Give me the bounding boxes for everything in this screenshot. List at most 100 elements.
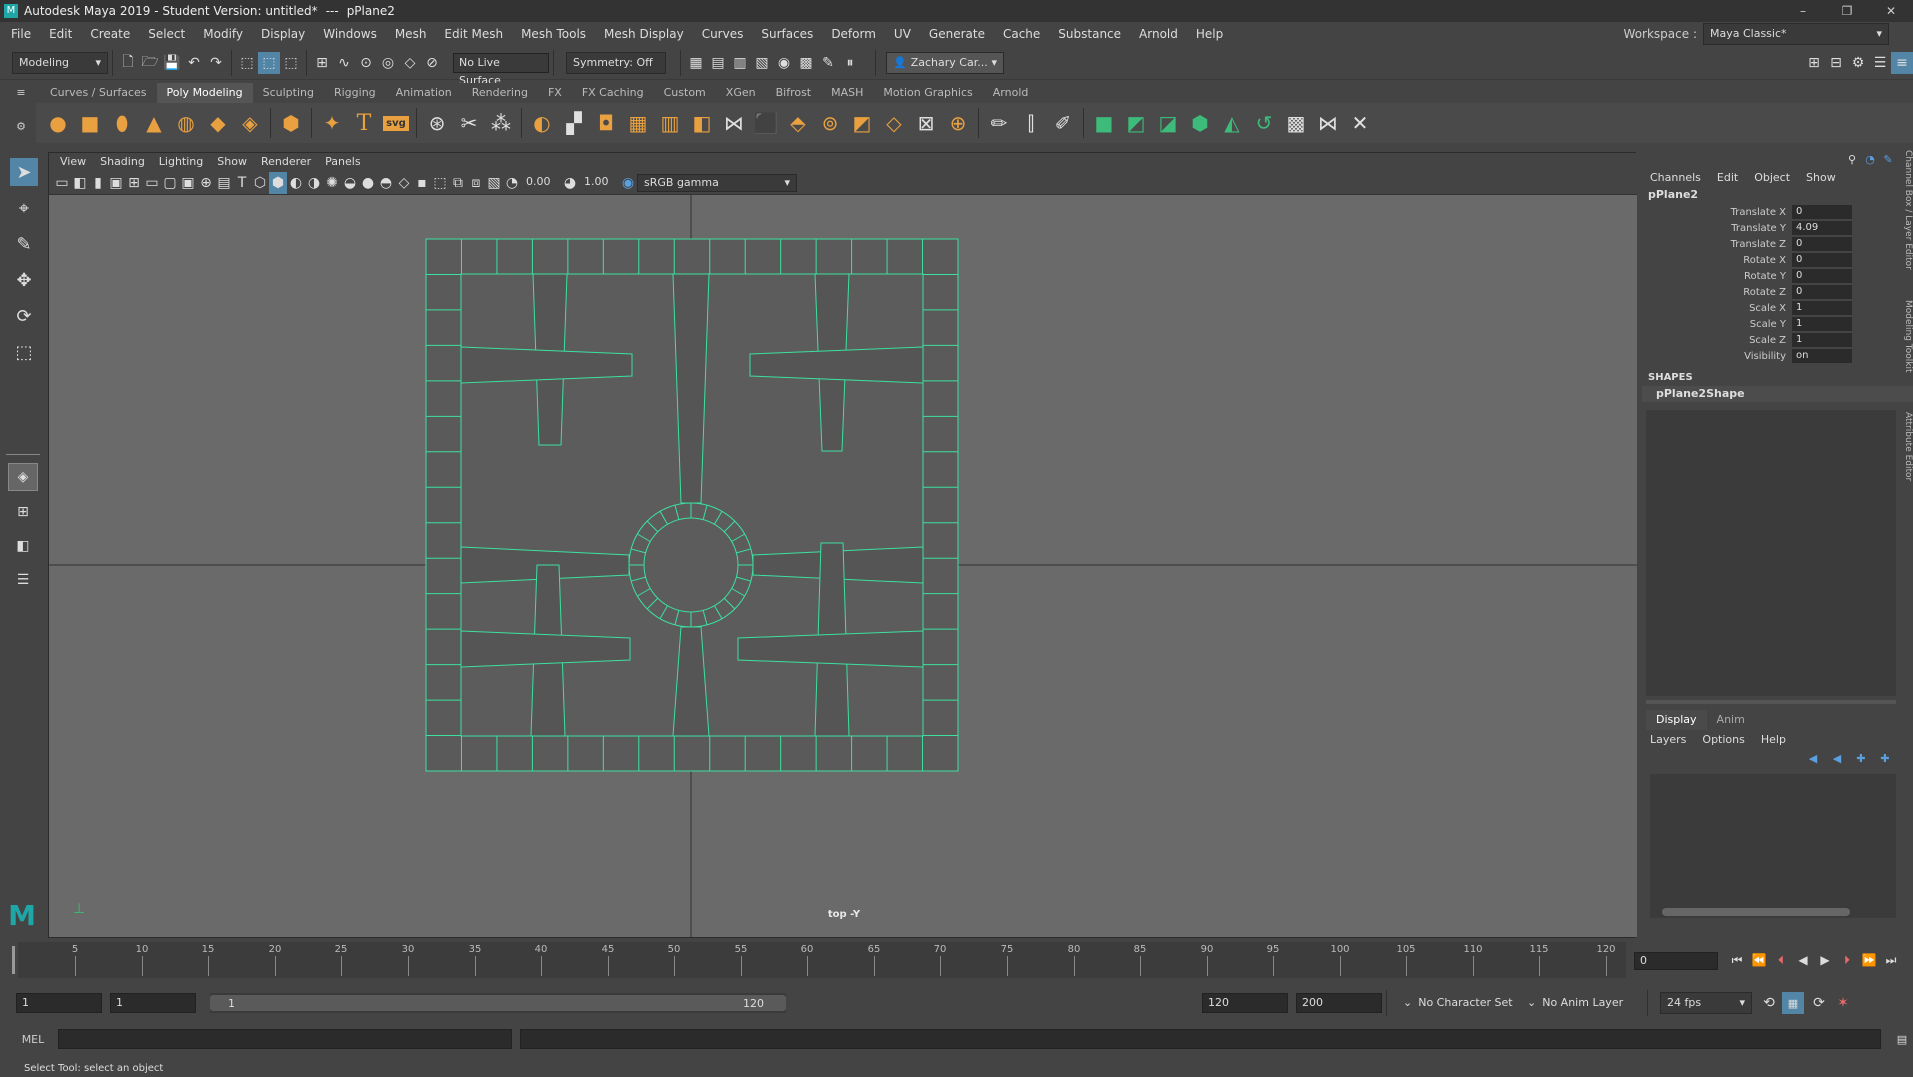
shelf-tab-arnold[interactable]: Arnold [983, 83, 1039, 103]
undo-icon[interactable]: ↶ [183, 52, 205, 74]
film-gate-icon[interactable]: ▭ [143, 172, 161, 194]
poly-torus-icon[interactable]: ◍ [170, 107, 202, 139]
attribute-icon[interactable]: ◔ [1861, 148, 1879, 170]
cylindrical-map-icon[interactable]: ◪ [1152, 107, 1184, 139]
depth-of-field-icon[interactable]: ▪ [413, 172, 431, 194]
animation-start-field[interactable]: 1 [16, 993, 102, 1013]
exposure-icon[interactable]: ◔ [503, 172, 521, 194]
go-to-start-icon[interactable]: ⏮ [1726, 949, 1748, 971]
channel-box-menu-show[interactable]: Show [1806, 171, 1836, 184]
bridge-icon[interactable]: ⋈ [718, 107, 750, 139]
channel-value[interactable]: 0 [1792, 205, 1852, 219]
shelf-tab-xgen[interactable]: XGen [716, 83, 766, 103]
loop-icon[interactable]: ⟲ [1758, 992, 1780, 1014]
snap-surface-icon[interactable]: ◇ [399, 52, 421, 74]
lasso-tool-icon[interactable]: ⌖ [10, 194, 38, 222]
current-frame-field[interactable]: 0 [1634, 952, 1718, 970]
poly-cylinder-icon[interactable]: ⬮ [106, 107, 138, 139]
outliner-icon[interactable]: ☰ [8, 565, 38, 595]
shelf-tab-fx-caching[interactable]: FX Caching [572, 83, 654, 103]
scale-tool-icon[interactable]: ⬚ [10, 338, 38, 366]
poly-cone-icon[interactable]: ▲ [138, 107, 170, 139]
ambient-occlusion-icon[interactable]: ● [359, 172, 377, 194]
range-slider-handle[interactable] [210, 995, 786, 1011]
modeling-toolkit-icon[interactable]: ⊛ [421, 107, 453, 139]
use-all-lights-icon[interactable]: ✺ [323, 172, 341, 194]
maximize-button[interactable]: ❐ [1825, 4, 1869, 18]
shelf-tab-custom[interactable]: Custom [654, 83, 716, 103]
collapse-icon[interactable]: ⊕ [942, 107, 974, 139]
shelf-tab-rigging[interactable]: Rigging [324, 83, 386, 103]
shelf-tab-fx[interactable]: FX [538, 83, 572, 103]
bevel-icon[interactable]: ⬘ [782, 107, 814, 139]
channel-value[interactable]: on [1792, 349, 1852, 363]
range-bar[interactable]: 1 120 [210, 993, 786, 1013]
command-input[interactable] [57, 1029, 512, 1049]
channel-row[interactable]: Rotate Y 0 [1642, 268, 1913, 284]
quad-draw-icon[interactable]: ✏ [983, 107, 1015, 139]
layer-editor-menu-options[interactable]: Options [1702, 733, 1744, 746]
play-backward-icon[interactable]: ◀ [1792, 949, 1814, 971]
default-material-icon[interactable]: ◐ [287, 172, 305, 194]
spherical-map-icon[interactable]: ⬢ [1184, 107, 1216, 139]
viewport-menu-panels[interactable]: Panels [318, 153, 367, 171]
safe-title-icon[interactable]: T [233, 172, 251, 194]
color-space-dropdown[interactable]: sRGB gamma ▾ [637, 173, 797, 192]
channel-row[interactable]: Rotate Z 0 [1642, 284, 1913, 300]
isolate-select-icon[interactable]: ⬚ [431, 172, 449, 194]
layer-editor-tab-anim[interactable]: Anim [1707, 710, 1755, 730]
gate-mask-icon[interactable]: ▣ [179, 172, 197, 194]
layer-editor-tab-display[interactable]: Display [1646, 710, 1707, 730]
edit-icon[interactable]: ✎ [1879, 148, 1897, 170]
multi-cut-icon[interactable]: ✂ [453, 107, 485, 139]
close-button[interactable]: ✕ [1869, 4, 1913, 18]
channel-box-toggle-icon[interactable]: ☰ [1869, 52, 1891, 74]
channel-row[interactable]: Scale Z 1 [1642, 332, 1913, 348]
snap-point-icon[interactable]: ⊙ [355, 52, 377, 74]
select-component-icon[interactable]: ⬚ [280, 52, 302, 74]
time-slider[interactable]: 5 10 15 20 25 30 35 40 45 50 55 60 65 70 75 80 85 90 95 100… [0, 942, 1913, 980]
side-tab[interactable]: Attribute Editor [1900, 412, 1913, 532]
viewport-menu-view[interactable]: View [53, 153, 93, 171]
checker-map-icon[interactable]: ▩ [1280, 107, 1312, 139]
automatic-map-icon[interactable]: ◭ [1216, 107, 1248, 139]
viewport-menu-show[interactable]: Show [210, 153, 254, 171]
anim-prefs-icon[interactable]: ⟳ [1808, 992, 1830, 1014]
cut-uv-icon[interactable]: ⋈ [1312, 107, 1344, 139]
shelf-tab-poly-modeling[interactable]: Poly Modeling [156, 83, 253, 103]
viewport-menu-lighting[interactable]: Lighting [152, 153, 210, 171]
wireframe-icon[interactable]: ⬡ [251, 172, 269, 194]
render-settings-icon[interactable]: ▧ [751, 52, 773, 74]
anti-aliasing-icon[interactable]: ◇ [395, 172, 413, 194]
timeline-cursor[interactable] [12, 946, 15, 974]
animation-end-field[interactable]: 200 [1296, 993, 1382, 1013]
bookmarks-icon[interactable]: ▮ [89, 172, 107, 194]
channel-box-menu-channels[interactable]: Channels [1650, 171, 1701, 184]
user-account-dropdown[interactable]: 👤 Zachary Car... ▾ [886, 51, 1004, 74]
field-chart-icon[interactable]: ⊕ [197, 172, 215, 194]
shelf-options-icon[interactable]: ≡ [14, 86, 28, 100]
xray-icon[interactable]: ⧉ [449, 172, 467, 194]
safe-action-icon[interactable]: ▤ [215, 172, 233, 194]
menu-edit[interactable]: Edit [40, 22, 81, 46]
smooth-shade-icon[interactable]: ⬢ [269, 171, 287, 194]
render-view-icon[interactable]: ▤ [707, 52, 729, 74]
channel-value[interactable]: 0 [1792, 285, 1852, 299]
symmetry-dropdown[interactable]: Symmetry: Off [566, 51, 666, 74]
menu-display[interactable]: Display [252, 22, 314, 46]
menu-mesh-display[interactable]: Mesh Display [595, 22, 693, 46]
playback-start-field[interactable]: 1 [110, 993, 196, 1013]
planar-map-icon[interactable]: ◩ [1120, 107, 1152, 139]
single-perspective-layout-icon[interactable]: ◈ [8, 463, 38, 491]
poly-disc-icon[interactable]: ◈ [234, 107, 266, 139]
step-forward-frame-icon[interactable]: ⏵ [1836, 949, 1858, 971]
channel-row[interactable]: Translate Y 4.09 [1642, 220, 1913, 236]
menu-help[interactable]: Help [1187, 22, 1232, 46]
mirror-icon[interactable]: ▥ [654, 107, 686, 139]
play-forward-icon[interactable]: ▶ [1814, 949, 1836, 971]
combine-icon[interactable]: ◐ [526, 107, 558, 139]
shelf-editor-icon[interactable]: ⚙ [14, 120, 28, 134]
layer-editor-toggle-icon[interactable]: ≡ [1891, 51, 1913, 74]
channel-row[interactable]: Translate Z 0 [1642, 236, 1913, 252]
menu-surfaces[interactable]: Surfaces [752, 22, 822, 46]
